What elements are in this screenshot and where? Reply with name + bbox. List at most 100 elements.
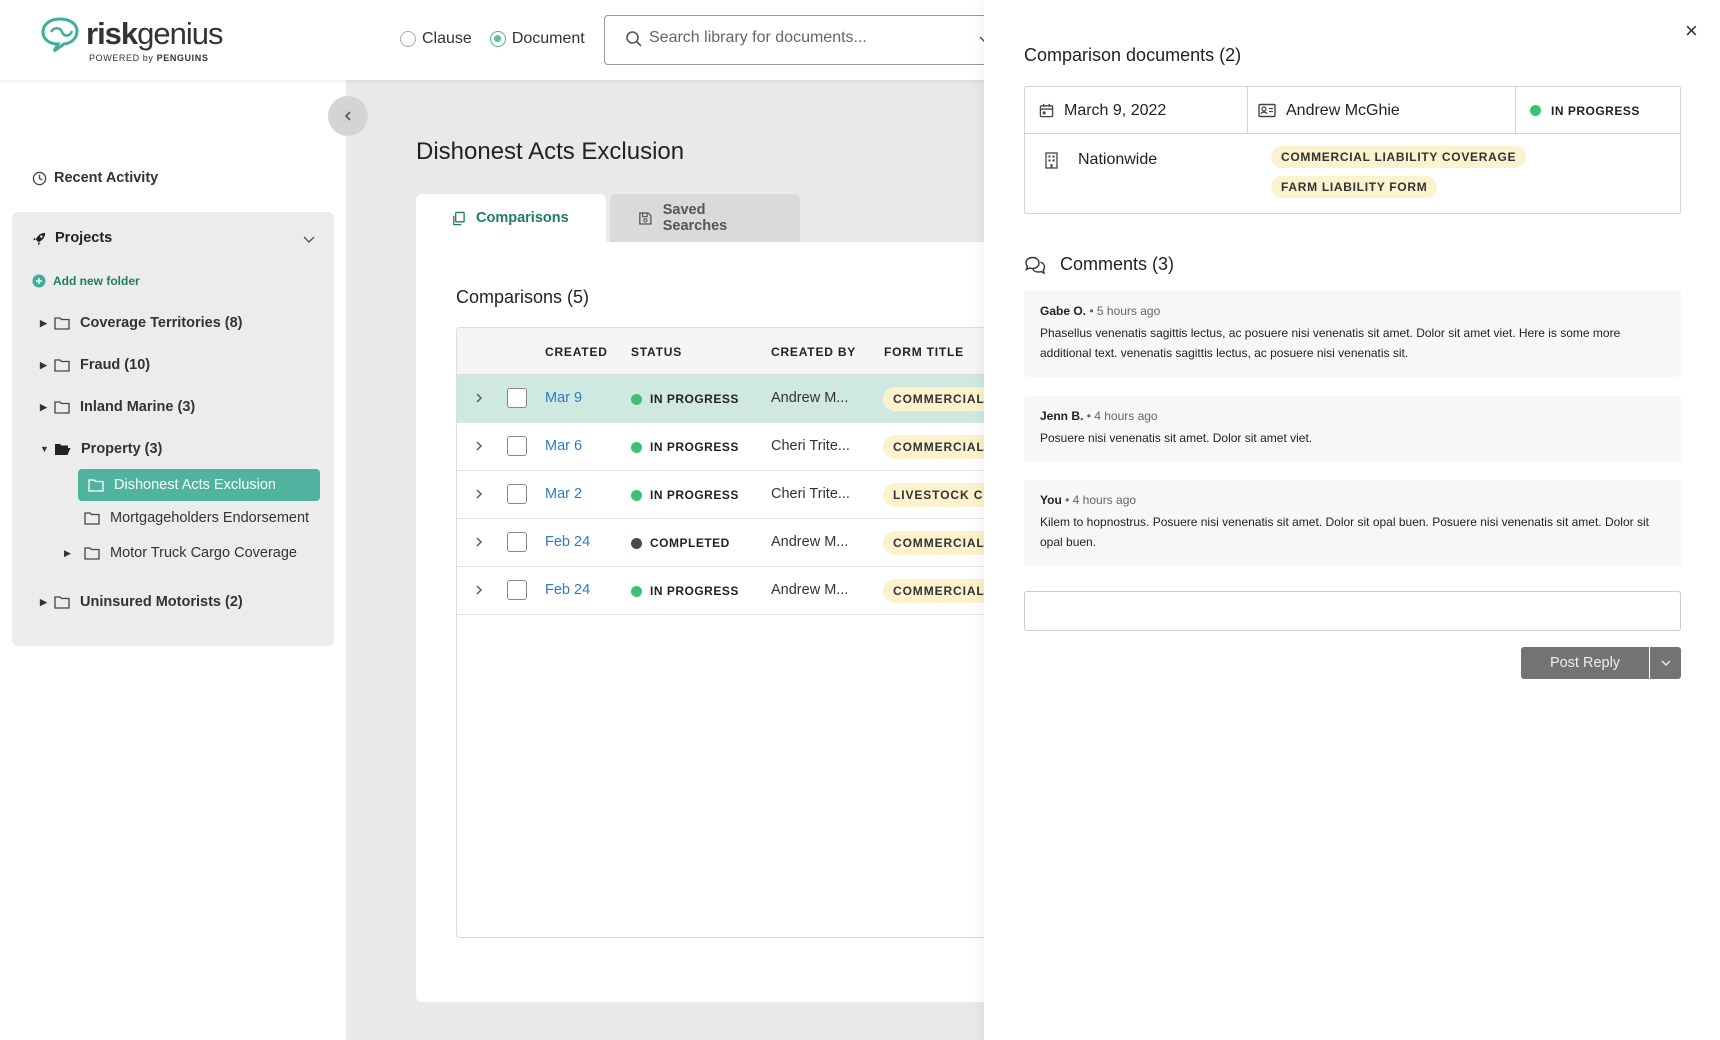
- caret-right-icon[interactable]: ▶: [40, 402, 54, 413]
- created-by-cell: Andrew M...: [771, 390, 849, 406]
- add-new-folder-button[interactable]: Add new folder: [32, 274, 140, 288]
- radio-document-label: Document: [511, 30, 585, 47]
- caret-right-icon[interactable]: ▶: [40, 360, 54, 371]
- folder-coverage-territories[interactable]: ▶ Coverage Territories (8): [40, 315, 243, 331]
- chevron-right-icon[interactable]: [473, 487, 485, 501]
- chevron-right-icon[interactable]: [473, 439, 485, 453]
- column-header-created[interactable]: CREATED: [545, 345, 608, 359]
- tab-saved-searches[interactable]: Saved Searches: [610, 194, 800, 242]
- copy-icon: [453, 211, 465, 225]
- column-header-created-by[interactable]: CREATED BY: [771, 345, 856, 359]
- comments-header: Comments (3): [1024, 254, 1174, 275]
- comparison-date: March 9, 2022: [1064, 101, 1167, 119]
- riskgenius-logo[interactable]: riskgenius POWERED by PENGUINS: [40, 16, 224, 66]
- tab-label: Comparisons: [476, 210, 569, 226]
- created-date-link[interactable]: Mar 2: [545, 486, 582, 502]
- folder-icon: [54, 401, 70, 414]
- recent-activity-label: Recent Activity: [54, 170, 159, 186]
- speech-bubble-logo-icon: [41, 17, 79, 53]
- row-checkbox[interactable]: [507, 388, 527, 408]
- reply-input[interactable]: [1025, 592, 1680, 630]
- created-date-link[interactable]: Mar 9: [545, 390, 582, 406]
- table-header: CREATED STATUS CREATED BY FORM TITLE: [457, 328, 1015, 375]
- plus-circle-icon: [32, 274, 46, 288]
- folder-label: Inland Marine (3): [80, 399, 196, 415]
- form-tag: FARM LIABILITY FORM: [1271, 176, 1438, 198]
- chevron-right-icon[interactable]: [473, 583, 485, 597]
- tab-comparisons[interactable]: Comparisons: [416, 194, 606, 242]
- save-icon: [639, 211, 652, 225]
- column-header-form-title[interactable]: FORM TITLE: [884, 345, 964, 359]
- created-by-cell: Cheri Trite...: [771, 486, 850, 502]
- row-checkbox[interactable]: [507, 436, 527, 456]
- form-title-badge: COMMERCIAL: [883, 531, 995, 555]
- chevron-down-icon[interactable]: [302, 232, 316, 246]
- collapse-sidebar-button[interactable]: [328, 96, 368, 136]
- post-reply-options-button[interactable]: [1650, 647, 1681, 679]
- caret-down-icon[interactable]: ▼: [40, 444, 54, 454]
- projects-panel: Projects Add new folder ▶ Coverage Terri…: [12, 212, 334, 646]
- chevron-right-icon[interactable]: [473, 391, 485, 405]
- radio-document[interactable]: Document: [489, 30, 585, 48]
- column-header-status[interactable]: STATUS: [631, 345, 682, 359]
- folder-inland-marine[interactable]: ▶ Inland Marine (3): [40, 399, 195, 415]
- folder-dishonest-acts-exclusion[interactable]: Dishonest Acts Exclusion: [78, 469, 320, 501]
- chevron-right-icon[interactable]: [473, 535, 485, 549]
- recent-activity-link[interactable]: Recent Activity: [32, 170, 158, 186]
- search-mode-radio-group: Clause Document: [400, 30, 585, 48]
- row-checkbox[interactable]: [507, 532, 527, 552]
- status-dot-icon: [631, 585, 642, 597]
- folder-label: Dishonest Acts Exclusion: [114, 477, 276, 493]
- status-label: IN PROGRESS: [650, 392, 739, 406]
- table-row[interactable]: Feb 24 IN PROGRESS Andrew M... COMMERCIA…: [457, 567, 1015, 615]
- search-icon: [626, 31, 642, 47]
- folder-uninsured-motorists[interactable]: ▶ Uninsured Motorists (2): [40, 594, 243, 610]
- comment-body: Kilem to hopnostrus. Posuere nisi venena…: [1040, 515, 1649, 549]
- folder-label: Motor Truck Cargo Coverage: [110, 545, 297, 561]
- caret-right-icon[interactable]: ▶: [64, 548, 84, 559]
- table-row[interactable]: Feb 24 COMPLETED Andrew M... COMMERCIAL: [457, 519, 1015, 567]
- table-row[interactable]: Mar 6 IN PROGRESS Cheri Trite... COMMERC…: [457, 423, 1015, 471]
- caret-right-icon[interactable]: ▶: [40, 597, 54, 608]
- folder-motor-truck-cargo[interactable]: ▶ Motor Truck Cargo Coverage: [64, 545, 297, 561]
- form-title-badge: COMMERCIAL: [883, 435, 995, 459]
- folder-property[interactable]: ▼ Property (3): [40, 441, 162, 457]
- comment-time: • 5 hours ago: [1089, 304, 1161, 318]
- comparisons-table: CREATED STATUS CREATED BY FORM TITLE Mar…: [456, 327, 1016, 938]
- radio-clause[interactable]: Clause: [400, 30, 472, 48]
- comparison-info-box: March 9, 2022 Andrew McGhie IN PROGRESS: [1024, 86, 1681, 214]
- comment-body: Posuere nisi venenatis sit amet. Dolor s…: [1040, 431, 1313, 445]
- caret-right-icon[interactable]: ▶: [40, 318, 54, 329]
- table-row[interactable]: Mar 9 IN PROGRESS Andrew M... COMMERCIAL: [457, 375, 1015, 423]
- comparisons-card: Comparisons (5) CREATED STATUS CREATED B…: [416, 242, 1016, 1002]
- folder-fraud[interactable]: ▶ Fraud (10): [40, 357, 150, 373]
- folder-label: Fraud (10): [80, 357, 151, 373]
- projects-header[interactable]: Projects: [32, 230, 112, 246]
- calendar-icon: [1039, 103, 1054, 118]
- folder-icon: [54, 596, 70, 609]
- status-dot-icon: [631, 489, 642, 501]
- table-row[interactable]: Mar 2 IN PROGRESS Cheri Trite... LIVESTO…: [457, 471, 1015, 519]
- row-checkbox[interactable]: [507, 580, 527, 600]
- building-icon: [1045, 151, 1058, 169]
- created-date-link[interactable]: Mar 6: [545, 438, 582, 454]
- comparison-author: Andrew McGhie: [1286, 101, 1400, 119]
- created-date-link[interactable]: Feb 24: [545, 582, 590, 598]
- post-reply-button[interactable]: Post Reply: [1521, 647, 1649, 679]
- radio-circle-icon: [400, 31, 416, 47]
- form-title-badge: COMMERCIAL: [883, 579, 995, 603]
- created-by-cell: Andrew M...: [771, 534, 849, 550]
- search-input[interactable]: [649, 29, 949, 47]
- status-cell: IN PROGRESS: [1515, 87, 1682, 134]
- status-cell: IN PROGRESS: [631, 392, 739, 406]
- close-icon[interactable]: ×: [1685, 18, 1698, 44]
- folder-mortgageholders-endorsement[interactable]: Mortgageholders Endorsement: [84, 510, 309, 526]
- logo-tagline: POWERED by PENGUINS: [89, 53, 209, 63]
- date-cell: March 9, 2022: [1039, 87, 1166, 134]
- folder-icon: [54, 359, 70, 372]
- created-date-link[interactable]: Feb 24: [545, 534, 590, 550]
- row-checkbox[interactable]: [507, 484, 527, 504]
- status-dot-icon: [631, 393, 642, 405]
- clock-icon: [32, 171, 47, 185]
- comment-meta: You • 4 hours ago: [1040, 493, 1665, 507]
